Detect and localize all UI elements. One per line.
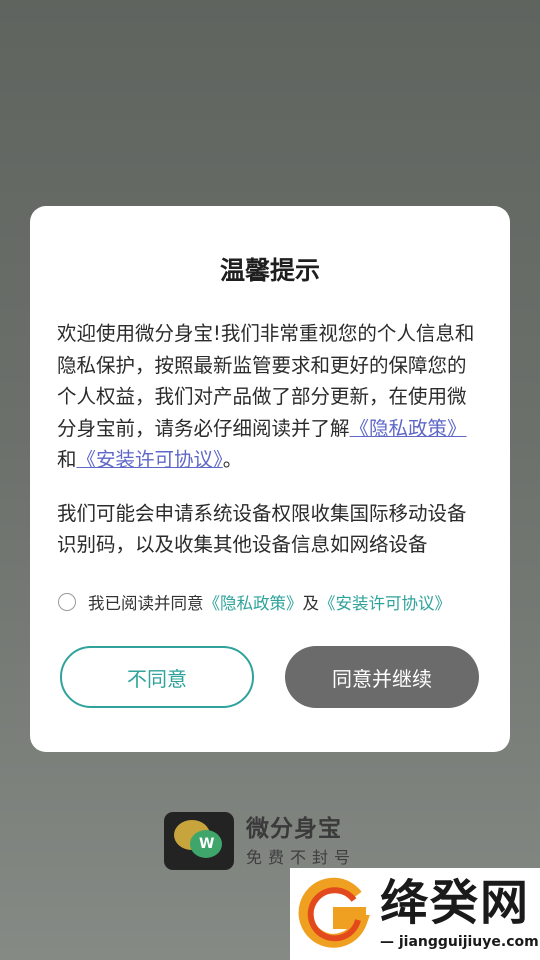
app-icon-letter: W [199,836,215,852]
agree-license-link[interactable]: 《安装许可协议》 [319,590,451,614]
agree-privacy-link[interactable]: 《隐私政策》 [204,590,303,614]
watermark-title: 绛癸网 [380,875,531,931]
brand-footer: W 微分身宝 免费不封号 [164,812,356,870]
permission-paragraph: 我们可能会申请系统设备权限收集国际移动设备识别码，以及收集其他设备信息如网络设备 [57,501,467,557]
brand-name: 微分身宝 [246,816,342,842]
brand-tagline: 免费不封号 [246,848,357,867]
agree-and-text: 及 [302,594,320,613]
agree-label: 我已阅读并同意 [88,594,204,613]
dialog-title: 温馨提示 [219,256,320,285]
watermark: 绛癸网 jiangguijiuye.com [290,868,540,960]
agree-row[interactable]: 我已阅读并同意 《隐私政策》 及 《安装许可协议》 [58,590,451,614]
intro-paragraph: 欢迎使用微分身宝!我们非常重视您的个人信息和隐私保护，按照最新监管要求和更好的保… [57,318,480,476]
brand-text: 微分身宝 免费不封号 [246,815,356,867]
period-text: 。 [222,448,243,471]
agree-radio[interactable] [58,593,76,611]
watermark-url: jiangguijiuye.com [380,934,540,950]
and-text: 和 [57,448,77,471]
dialog-body[interactable]: 欢迎使用微分身宝!我们非常重视您的个人信息和隐私保护，按照最新监管要求和更好的保… [57,318,480,558]
privacy-policy-link[interactable]: 《隐私政策》 [350,417,467,440]
license-agreement-link[interactable]: 《安装许可协议》 [77,448,223,471]
disagree-button[interactable]: 不同意 [60,646,254,708]
watermark-logo-icon [298,877,371,950]
app-icon: W [164,812,234,870]
consent-dialog: 温馨提示 欢迎使用微分身宝!我们非常重视您的个人信息和隐私保护，按照最新监管要求… [30,206,510,752]
agree-continue-button[interactable]: 同意并继续 [285,646,479,708]
